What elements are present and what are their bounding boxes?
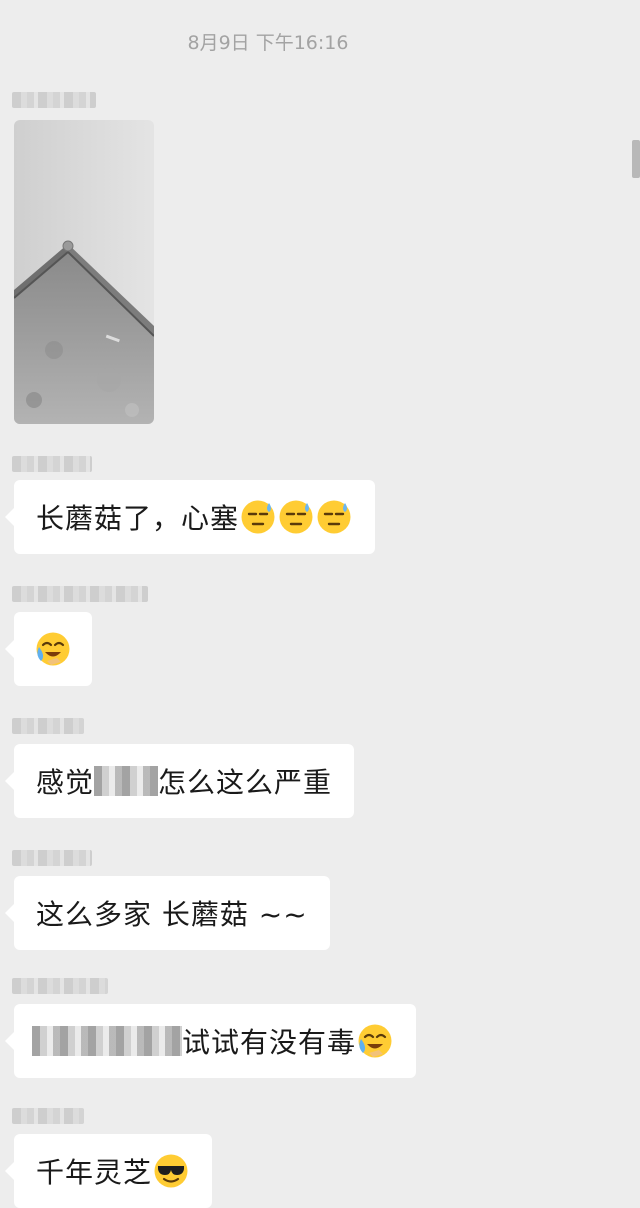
chat-bubble[interactable]: 长蘑菇了，心塞 [4, 480, 376, 554]
message-text: 试试有没有毒 [182, 1026, 357, 1059]
redacted-text-mosaic [94, 766, 159, 796]
chat-timestamp: 8月9日 下午16:16 [187, 32, 349, 54]
sender-name-blurred [12, 1108, 84, 1124]
chat-bubble[interactable] [5, 612, 92, 686]
sender-name-blurred [12, 850, 92, 866]
redacted-text-mosaic [32, 1026, 182, 1056]
sunglasses-emoji [153, 1153, 189, 1189]
scrollbar[interactable] [632, 140, 640, 178]
downcast-sweat-emoji [240, 499, 276, 535]
sender-name-blurred [12, 456, 92, 472]
downcast-sweat-emoji [278, 499, 314, 535]
floor-corner-photo [14, 120, 154, 424]
chat-image-message[interactable] [14, 120, 154, 424]
sender-name-blurred [12, 718, 84, 734]
message-text-prefix: 感觉 [36, 766, 95, 799]
sender-name-blurred [12, 92, 96, 108]
message-text: 长蘑菇了，心塞 [36, 502, 240, 535]
chat-bubble[interactable]: 千年灵芝 [4, 1134, 213, 1208]
crying-laughing-emoji [357, 1023, 393, 1059]
chat-bubble[interactable]: 感觉 怎么这么严重 [4, 744, 355, 818]
chat-bubble[interactable]: 这么多家 长蘑菇 ~~ [5, 876, 330, 950]
downcast-sweat-emoji [316, 499, 352, 535]
message-text: 这么多家 长蘑菇 ~~ [36, 898, 308, 931]
sender-name-blurred [12, 978, 108, 994]
message-text-suffix: 怎么这么严重 [158, 766, 333, 799]
message-text: 千年灵芝 [36, 1156, 153, 1189]
chat-bubble[interactable]: 试试有没有毒 [4, 1004, 417, 1078]
sender-name-blurred [12, 586, 148, 602]
crying-laughing-emoji [35, 631, 71, 667]
